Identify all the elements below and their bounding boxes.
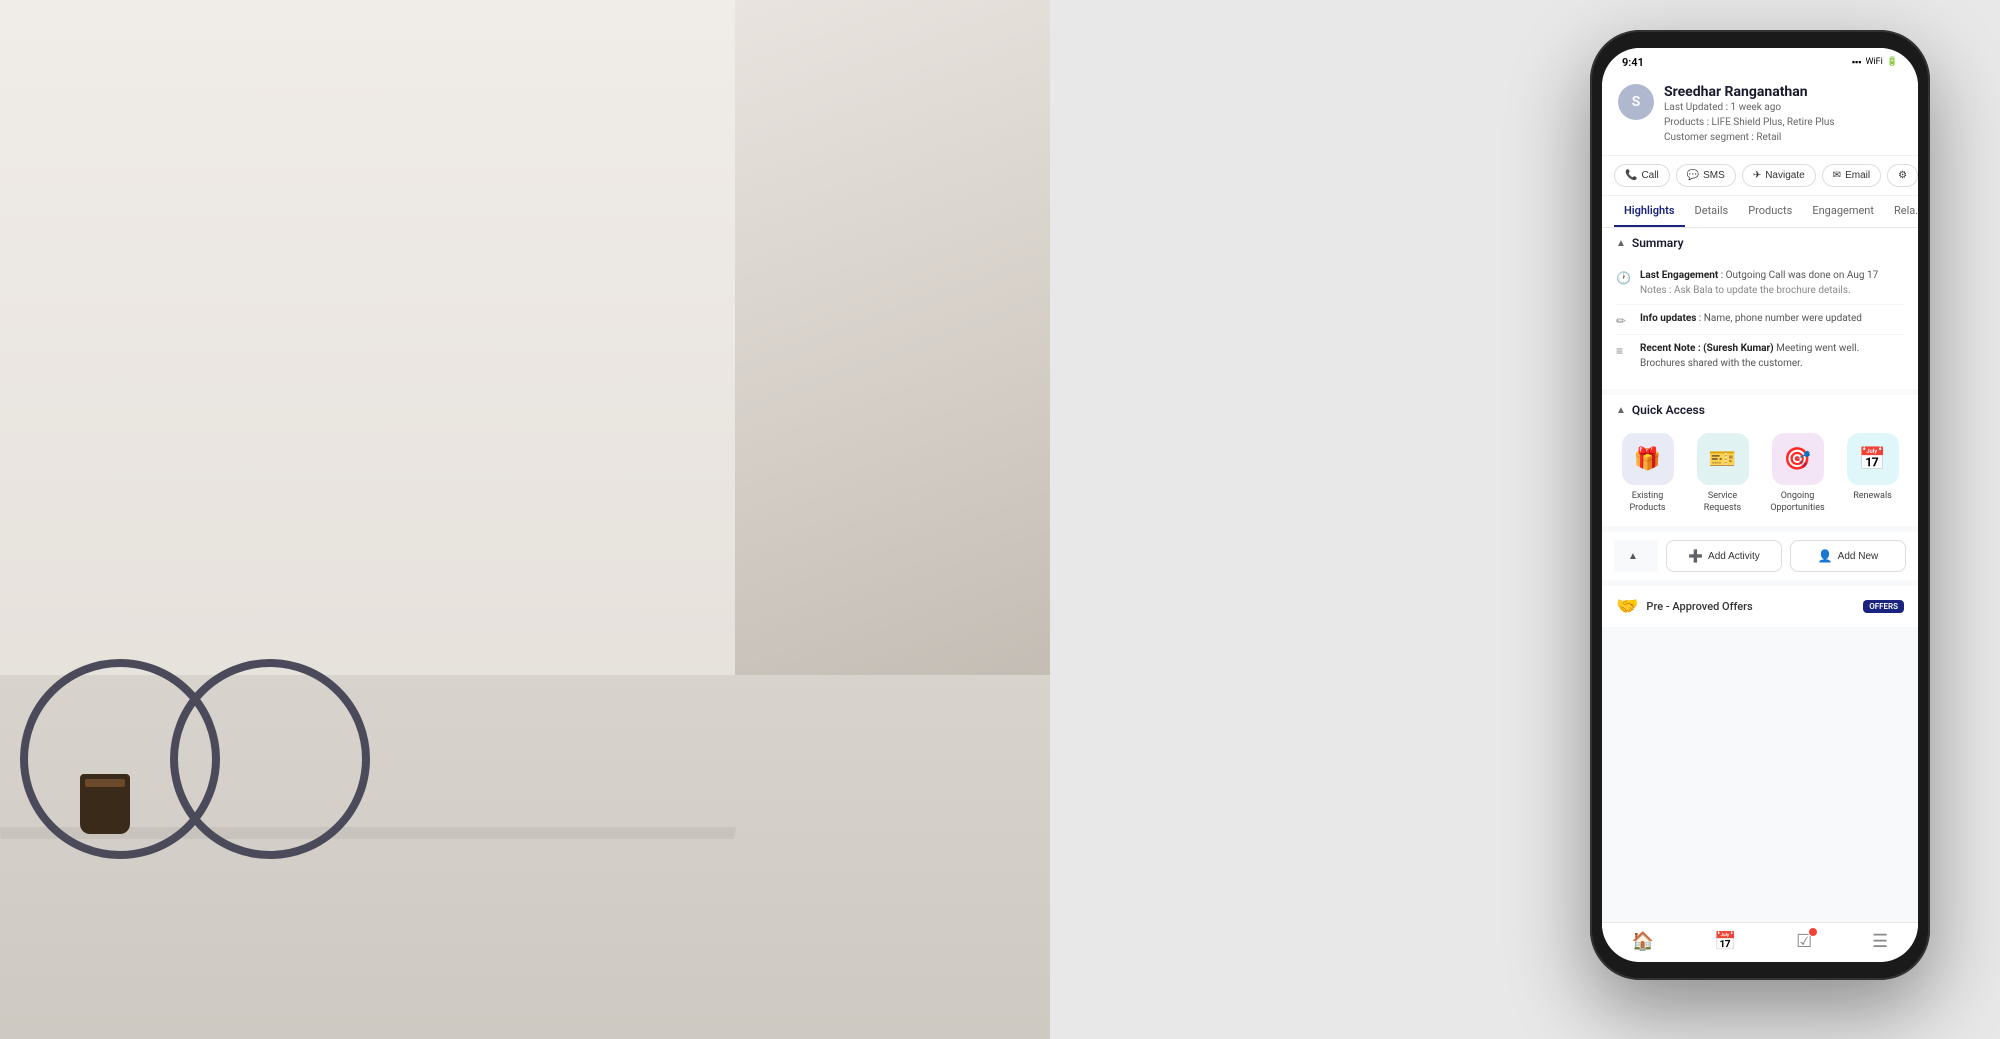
- tab-products[interactable]: Products: [1738, 196, 1802, 227]
- qa-existing-products[interactable]: 🎁 ExistingProducts: [1614, 433, 1681, 514]
- recent-note-item: ≡ Recent Note : (Suresh Kumar) Meeting w…: [1616, 335, 1904, 377]
- calendar-icon: 📅: [1714, 931, 1736, 952]
- sms-label: SMS: [1703, 170, 1725, 181]
- more-button[interactable]: ⚙: [1887, 164, 1918, 187]
- battery-icon: 🔋: [1887, 57, 1898, 67]
- tabs-row: Highlights Details Products Engagement R…: [1602, 196, 1918, 228]
- home-icon: 🏠: [1632, 931, 1654, 952]
- offers-bar[interactable]: 🤝 Pre - Approved Offers OFFERS: [1602, 586, 1918, 627]
- nav-tasks[interactable]: ☑: [1796, 931, 1812, 952]
- add-new-icon: 👤: [1818, 549, 1833, 563]
- background-photo: [0, 0, 1050, 1039]
- email-button[interactable]: ✉ Email: [1822, 164, 1881, 187]
- status-icons: ▪▪▪ WiFi 🔋: [1852, 57, 1898, 68]
- renewals-label: Renewals: [1853, 491, 1892, 503]
- add-new-button[interactable]: 👤 Add New: [1790, 540, 1906, 572]
- action-buttons-row: 📞 Call 💬 SMS ✈ Navigate ✉ Email ⚙: [1602, 156, 1918, 196]
- summary-content: 🕐 Last Engagement : Outgoing Call was do…: [1602, 258, 1918, 389]
- tab-details[interactable]: Details: [1685, 196, 1739, 227]
- existing-products-icon: 🎁: [1634, 447, 1661, 472]
- clock-icon: 🕐: [1616, 269, 1632, 285]
- summary-title: Summary: [1632, 236, 1684, 250]
- wifi-icon: WiFi: [1865, 57, 1882, 67]
- nav-calendar[interactable]: 📅: [1714, 931, 1736, 952]
- quick-access-chevron-icon: ▲: [1616, 405, 1626, 416]
- signal-icon: ▪▪▪: [1852, 57, 1862, 68]
- service-requests-label: ServiceRequests: [1704, 491, 1741, 514]
- info-updates-text: Info updates : Name, phone number were u…: [1640, 311, 1862, 326]
- phone-container: 9:41 ▪▪▪ WiFi 🔋 S Sreedhar Ranganathan L…: [1580, 30, 1940, 1000]
- ongoing-opportunities-icon-box: 🎯: [1772, 433, 1824, 485]
- call-button[interactable]: 📞 Call: [1614, 164, 1670, 187]
- bike-wheel-back: [170, 659, 370, 859]
- section-collapse-btn[interactable]: ▲: [1614, 540, 1658, 572]
- contact-info-row: S Sreedhar Ranganathan Last Updated : 1 …: [1618, 84, 1902, 145]
- ongoing-opportunities-icon: 🎯: [1784, 447, 1811, 472]
- status-bar: 9:41 ▪▪▪ WiFi 🔋: [1602, 48, 1918, 76]
- pencil-icon: ✏: [1616, 312, 1632, 328]
- contact-name: Sreedhar Ranganathan: [1664, 84, 1902, 100]
- status-time: 9:41: [1622, 56, 1644, 69]
- phone-screen: 9:41 ▪▪▪ WiFi 🔋 S Sreedhar Ranganathan L…: [1602, 48, 1918, 962]
- add-new-label: Add New: [1838, 551, 1879, 562]
- offers-label: Pre - Approved Offers: [1646, 600, 1855, 613]
- renewals-icon: 📅: [1859, 447, 1886, 472]
- more-icon: ⚙: [1898, 170, 1907, 181]
- add-activity-icon: ➕: [1688, 549, 1703, 563]
- coffee-cup: [80, 774, 130, 834]
- qa-renewals[interactable]: 📅 Renewals: [1839, 433, 1906, 514]
- tasks-badge: [1808, 927, 1818, 937]
- nav-menu[interactable]: ☰: [1872, 931, 1888, 952]
- call-icon: 📞: [1625, 170, 1637, 181]
- navigate-button[interactable]: ✈ Navigate: [1742, 164, 1816, 187]
- add-activity-label: Add Activity: [1708, 551, 1760, 562]
- summary-section: ▲ Summary 🕐 Last Engagement : Outgoing C…: [1602, 228, 1918, 389]
- qa-ongoing-opportunities[interactable]: 🎯 OngoingOpportunities: [1764, 433, 1831, 514]
- navigate-icon: ✈: [1753, 170, 1761, 181]
- bottom-nav: 🏠 📅 ☑ ☰: [1602, 922, 1918, 962]
- service-requests-icon-box: 🎫: [1697, 433, 1749, 485]
- service-requests-icon: 🎫: [1709, 447, 1736, 472]
- offers-icon: 🤝: [1616, 596, 1638, 617]
- last-engagement-text: Last Engagement : Outgoing Call was done…: [1640, 268, 1878, 298]
- tab-engagement[interactable]: Engagement: [1802, 196, 1884, 227]
- contact-header: S Sreedhar Ranganathan Last Updated : 1 …: [1602, 76, 1918, 156]
- contact-details: Sreedhar Ranganathan Last Updated : 1 we…: [1664, 84, 1902, 145]
- phone-shell: 9:41 ▪▪▪ WiFi 🔋 S Sreedhar Ranganathan L…: [1590, 30, 1930, 980]
- quick-access-header[interactable]: ▲ Quick Access: [1602, 395, 1918, 425]
- offers-badge: OFFERS: [1863, 600, 1904, 613]
- quick-access-title: Quick Access: [1632, 403, 1705, 417]
- collapse-icon: ▲: [1628, 551, 1638, 562]
- nav-home[interactable]: 🏠: [1632, 931, 1654, 952]
- sms-button[interactable]: 💬 SMS: [1676, 164, 1736, 187]
- info-updates-item: ✏ Info updates : Name, phone number were…: [1616, 305, 1904, 335]
- email-label: Email: [1845, 170, 1870, 181]
- summary-chevron-icon: ▲: [1616, 238, 1626, 249]
- note-icon: ≡: [1616, 342, 1632, 358]
- last-engagement-item: 🕐 Last Engagement : Outgoing Call was do…: [1616, 262, 1904, 305]
- quick-access-grid: 🎁 ExistingProducts 🎫 ServiceRequests: [1602, 425, 1918, 526]
- tab-related[interactable]: Rela...: [1884, 196, 1918, 227]
- recent-note-text: Recent Note : (Suresh Kumar) Meeting wen…: [1640, 341, 1904, 371]
- add-activity-button[interactable]: ➕ Add Activity: [1666, 540, 1782, 572]
- existing-products-label: ExistingProducts: [1629, 491, 1665, 514]
- renewals-icon-box: 📅: [1847, 433, 1899, 485]
- avatar: S: [1618, 84, 1654, 120]
- tab-highlights[interactable]: Highlights: [1614, 196, 1685, 227]
- existing-products-icon-box: 🎁: [1622, 433, 1674, 485]
- menu-icon: ☰: [1872, 931, 1888, 952]
- qa-service-requests[interactable]: 🎫 ServiceRequests: [1689, 433, 1756, 514]
- navigate-label: Navigate: [1765, 170, 1804, 181]
- quick-access-section: ▲ Quick Access 🎁 ExistingProducts: [1602, 395, 1918, 526]
- contact-last-updated: Last Updated : 1 week ago Products : LIF…: [1664, 100, 1902, 145]
- ongoing-opportunities-label: OngoingOpportunities: [1770, 491, 1824, 514]
- sms-icon: 💬: [1687, 170, 1699, 181]
- email-icon: ✉: [1833, 170, 1841, 181]
- content-area: ▲ Summary 🕐 Last Engagement : Outgoing C…: [1602, 228, 1918, 922]
- quick-actions-row: ▲ ➕ Add Activity 👤 Add New: [1602, 532, 1918, 580]
- call-label: Call: [1641, 170, 1658, 181]
- summary-header[interactable]: ▲ Summary: [1602, 228, 1918, 258]
